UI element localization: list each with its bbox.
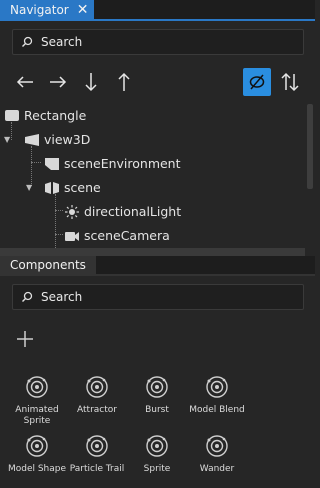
tree-item-label: Rectangle bbox=[24, 108, 87, 123]
component-wander[interactable]: Wander bbox=[187, 434, 247, 475]
view3d-icon bbox=[25, 134, 39, 146]
search-icon bbox=[22, 291, 33, 302]
component-label: Model Shape bbox=[7, 464, 67, 474]
move-up-button[interactable] bbox=[110, 68, 138, 96]
components-search-placeholder: Search bbox=[41, 290, 83, 304]
plus-icon bbox=[17, 331, 33, 347]
component-particle-trail[interactable]: Particle Trail bbox=[67, 434, 127, 475]
particle-icon bbox=[146, 376, 168, 398]
tab-navigator[interactable]: Navigator ✕ bbox=[0, 0, 95, 19]
add-component-button[interactable] bbox=[14, 328, 36, 350]
search-icon bbox=[22, 36, 33, 47]
expand-arrow-icon[interactable]: ▼ bbox=[26, 183, 32, 192]
particle-icon bbox=[206, 435, 228, 457]
tab-components-label: Components bbox=[10, 258, 86, 272]
particle-icon bbox=[86, 435, 108, 457]
tree-item-partial[interactable] bbox=[0, 248, 305, 256]
arrow-right-icon bbox=[50, 76, 67, 88]
scene-environment-icon bbox=[45, 158, 59, 170]
component-label: Animated Sprite bbox=[15, 405, 59, 426]
scene-icon bbox=[45, 182, 59, 194]
component-label: Burst bbox=[145, 405, 169, 415]
navigator-scrollbar[interactable] bbox=[307, 104, 313, 189]
tree-item-label: scene bbox=[64, 180, 101, 195]
tree-item-scenecamera[interactable]: sceneCamera bbox=[0, 224, 305, 248]
particle-icon bbox=[146, 435, 168, 457]
move-left-button[interactable] bbox=[11, 68, 39, 96]
filter-toggle-button[interactable] bbox=[243, 68, 271, 96]
tree-item-directionallight[interactable]: directionalLight bbox=[0, 200, 305, 224]
rectangle-icon bbox=[5, 110, 19, 121]
navigator-tree: Rectangle ▼ view3D sceneEnvironment ▼ sc… bbox=[0, 104, 305, 256]
particle-icon bbox=[26, 435, 48, 457]
sort-updown-icon bbox=[281, 72, 299, 92]
tree-item-scene[interactable]: ▼ scene bbox=[0, 176, 305, 200]
tree-item-label: view3D bbox=[44, 132, 91, 147]
tab-underline bbox=[0, 274, 315, 276]
tree-item-label: directionalLight bbox=[84, 204, 182, 219]
components-tabbar: Components bbox=[0, 256, 315, 276]
particle-icon bbox=[26, 376, 48, 398]
component-animated-sprite[interactable]: Animated Sprite bbox=[7, 375, 67, 427]
component-attractor[interactable]: Attractor bbox=[67, 375, 127, 416]
particle-icon bbox=[86, 376, 108, 398]
arrow-up-icon bbox=[118, 72, 130, 91]
camera-icon bbox=[65, 232, 79, 241]
arrow-down-icon bbox=[85, 73, 97, 92]
component-label: Sprite bbox=[143, 464, 171, 474]
tab-navigator-label: Navigator bbox=[10, 2, 69, 17]
components-search-input[interactable]: Search bbox=[12, 284, 304, 310]
component-label: Particle Trail bbox=[69, 464, 125, 474]
tree-item-rectangle[interactable]: Rectangle bbox=[0, 104, 305, 128]
tab-components[interactable]: Components bbox=[0, 256, 96, 274]
tree-item-view3d[interactable]: ▼ view3D bbox=[0, 128, 305, 152]
navigator-toolbar bbox=[0, 65, 315, 99]
particle-icon bbox=[206, 376, 228, 398]
sort-button[interactable] bbox=[276, 68, 304, 96]
component-label: Model Blend bbox=[189, 405, 245, 415]
arrow-left-icon bbox=[16, 76, 33, 88]
light-icon bbox=[65, 205, 79, 219]
component-sprite[interactable]: Sprite bbox=[127, 434, 187, 475]
component-burst[interactable]: Burst bbox=[127, 375, 187, 416]
component-model-shape[interactable]: Model Shape bbox=[7, 434, 67, 475]
close-icon[interactable]: ✕ bbox=[77, 3, 89, 17]
tab-underline bbox=[0, 19, 315, 21]
tree-item-label: sceneEnvironment bbox=[64, 156, 181, 171]
move-down-button[interactable] bbox=[77, 68, 105, 96]
empty-set-filter-icon bbox=[249, 74, 265, 90]
component-label: Attractor bbox=[77, 405, 117, 415]
navigator-search-input[interactable]: Search bbox=[12, 29, 304, 55]
expand-arrow-icon[interactable]: ▼ bbox=[4, 135, 10, 144]
navigator-tabbar: Navigator ✕ bbox=[0, 0, 315, 21]
tree-item-label: sceneCamera bbox=[84, 228, 170, 243]
tree-item-sceneenvironment[interactable]: sceneEnvironment bbox=[0, 152, 305, 176]
move-right-button[interactable] bbox=[44, 68, 72, 96]
component-model-blend[interactable]: Model Blend bbox=[187, 375, 247, 416]
navigator-search-placeholder: Search bbox=[41, 35, 83, 49]
component-label: Wander bbox=[199, 464, 235, 474]
